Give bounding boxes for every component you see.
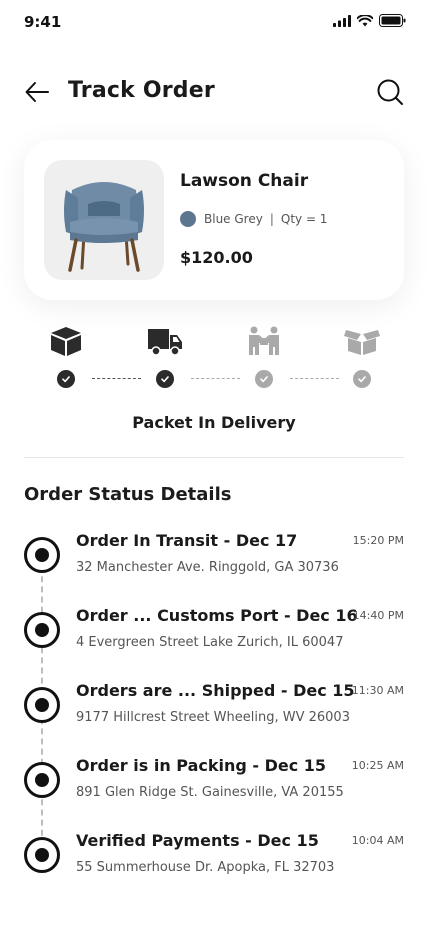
timeline-item[interactable]: Verified Payments - Dec 15 55 Summerhous… xyxy=(0,822,428,897)
signal-icon xyxy=(333,14,351,27)
status-bar: 9:41 xyxy=(0,0,428,44)
timeline-time: 14:40 PM xyxy=(352,609,404,622)
status-time: 9:41 xyxy=(24,13,62,31)
section-title: Order Status Details xyxy=(24,484,232,505)
timeline-time: 11:30 AM xyxy=(351,684,404,697)
search-icon xyxy=(377,79,403,105)
radio-marker-icon xyxy=(24,762,60,798)
search-button[interactable] xyxy=(376,78,404,106)
checkmark-icon xyxy=(260,376,268,383)
timeline-title: Orders are ... Shipped - Dec 15 xyxy=(76,681,355,700)
product-meta: Blue Grey | Qty = 1 xyxy=(180,211,327,227)
product-image xyxy=(44,160,164,280)
checkmark-icon xyxy=(161,376,169,383)
step-check-1 xyxy=(57,370,75,388)
checkmark-icon xyxy=(358,376,366,383)
radio-marker-icon xyxy=(24,837,60,873)
timeline-address: 55 Summerhouse Dr. Apopka, FL 32703 xyxy=(76,860,335,875)
delivery-people-icon xyxy=(249,326,279,355)
timeline-address: 9177 Hillcrest Street Wheeling, WV 26003 xyxy=(76,710,350,725)
wifi-icon xyxy=(357,14,373,26)
color-swatch xyxy=(180,211,196,227)
step-check-3 xyxy=(255,370,273,388)
radio-marker-icon xyxy=(24,612,60,648)
header: Track Order xyxy=(0,70,428,114)
arrow-left-icon xyxy=(25,82,49,102)
product-name: Lawson Chair xyxy=(180,171,309,191)
timeline-title: Order In Transit - Dec 17 xyxy=(76,531,298,550)
product-price: $120.00 xyxy=(180,248,253,267)
open-box-icon xyxy=(344,330,380,355)
timeline-time: 10:25 AM xyxy=(351,759,404,772)
truck-icon xyxy=(148,329,182,356)
timeline-address: 891 Glen Ridge St. Gainesville, VA 20155 xyxy=(76,785,344,800)
timeline-address: 4 Evergreen Street Lake Zurich, IL 60047 xyxy=(76,635,344,650)
step-connector-1 xyxy=(92,378,141,379)
back-button[interactable] xyxy=(24,80,50,104)
timeline-item[interactable]: Orders are ... Shipped - Dec 15 9177 Hil… xyxy=(0,672,428,747)
step-connector-2 xyxy=(191,378,240,379)
delivery-status-label: Packet In Delivery xyxy=(132,413,296,432)
step-check-4 xyxy=(353,370,371,388)
step-connector-3 xyxy=(290,378,339,379)
page-title: Track Order xyxy=(68,78,215,103)
package-icon xyxy=(51,327,81,356)
chair-icon xyxy=(64,182,144,272)
timeline-time: 15:20 PM xyxy=(352,534,404,547)
radio-marker-icon xyxy=(24,537,60,573)
timeline-title: Verified Payments - Dec 15 xyxy=(76,831,319,850)
product-color: Blue Grey xyxy=(204,212,263,226)
timeline-title: Order is in Packing - Dec 15 xyxy=(76,756,327,775)
timeline-address: 32 Manchester Ave. Ringgold, GA 30736 xyxy=(76,560,339,575)
timeline-title: Order ... Customs Port - Dec 16 xyxy=(76,606,358,625)
divider xyxy=(24,457,404,458)
timeline-item[interactable]: Order ... Customs Port - Dec 16 4 Evergr… xyxy=(0,597,428,672)
timeline-item[interactable]: Order is in Packing - Dec 15 891 Glen Ri… xyxy=(0,747,428,822)
radio-marker-icon xyxy=(24,687,60,723)
checkmark-icon xyxy=(62,376,70,383)
battery-icon xyxy=(379,14,406,27)
timeline-time: 10:04 AM xyxy=(351,834,404,847)
delivery-progress xyxy=(0,325,428,395)
product-card[interactable]: Lawson Chair Blue Grey | Qty = 1 $120.00 xyxy=(24,140,404,300)
status-icons xyxy=(333,14,406,27)
product-qty: Qty = 1 xyxy=(280,212,328,226)
step-check-2 xyxy=(156,370,174,388)
timeline-item[interactable]: Order In Transit - Dec 17 32 Manchester … xyxy=(0,522,428,597)
meta-separator: | xyxy=(269,212,274,226)
